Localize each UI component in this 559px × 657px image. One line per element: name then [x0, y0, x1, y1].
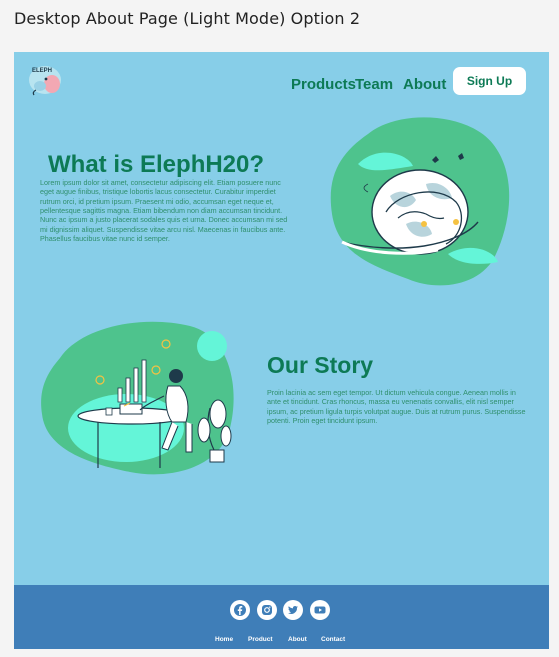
about-body: Lorem ipsum dolor sit amet, consectetur … [40, 178, 288, 244]
footer-link-product[interactable]: Product [248, 636, 273, 643]
footer: Home Product About Contact [14, 585, 549, 649]
sign-up-button[interactable]: Sign Up [453, 67, 526, 95]
story-title: Our Story [267, 352, 374, 378]
earth-hug-illustration [328, 114, 512, 290]
twitter-icon[interactable] [283, 600, 303, 620]
workspace-illustration [40, 318, 240, 480]
youtube-icon[interactable] [310, 600, 330, 620]
footer-link-home[interactable]: Home [215, 636, 233, 643]
canvas-title: Desktop About Page (Light Mode) Option 2 [14, 9, 361, 28]
nav-team[interactable]: Team [355, 76, 393, 93]
about-page-frame: ELEPH Products Team About Sign Up What i… [14, 52, 549, 649]
about-title: What is ElephH20? [48, 151, 265, 178]
instagram-icon[interactable] [257, 600, 277, 620]
logo-text: ELEPH [32, 68, 53, 74]
footer-link-about[interactable]: About [288, 636, 307, 643]
story-body: Proin lacinia ac sem eget tempor. Ut dic… [267, 388, 526, 426]
logo[interactable]: ELEPH [26, 60, 64, 96]
footer-link-contact[interactable]: Contact [321, 636, 345, 643]
elephant-logo-icon [29, 66, 61, 96]
nav-products[interactable]: Products [291, 76, 356, 93]
nav-about[interactable]: About [403, 76, 446, 93]
facebook-icon[interactable] [230, 600, 250, 620]
